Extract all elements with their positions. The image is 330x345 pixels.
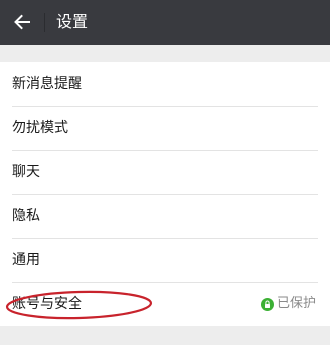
title-bar: 设置 <box>0 0 330 45</box>
page-title: 设置 <box>56 12 89 31</box>
bottom-spacer <box>0 326 330 345</box>
settings-item-label: 隐私 <box>12 208 40 224</box>
protection-status-text: 已保护 <box>276 296 316 311</box>
settings-item-account-security[interactable]: 账号与安全 已保护 <box>0 282 330 326</box>
settings-item-privacy[interactable]: 隐私 <box>0 194 330 238</box>
settings-item-do-not-disturb[interactable]: 勿扰模式 <box>0 106 330 150</box>
back-button[interactable] <box>10 10 34 34</box>
settings-list: 新消息提醒 勿扰模式 聊天 隐私 通用 账号与安全 已保护 <box>0 62 330 326</box>
settings-item-label: 账号与安全 <box>12 296 82 312</box>
settings-item-label: 新消息提醒 <box>12 76 82 92</box>
title-divider <box>44 13 45 32</box>
settings-item-label: 通用 <box>12 252 40 268</box>
settings-item-label: 聊天 <box>12 164 40 180</box>
settings-item-general[interactable]: 通用 <box>0 238 330 282</box>
settings-item-new-message-alerts[interactable]: 新消息提醒 <box>0 62 330 106</box>
arrow-left-icon <box>14 14 30 30</box>
lock-icon <box>260 297 274 311</box>
settings-item-label: 勿扰模式 <box>12 120 68 136</box>
settings-item-chat[interactable]: 聊天 <box>0 150 330 194</box>
protection-status: 已保护 <box>260 295 316 313</box>
